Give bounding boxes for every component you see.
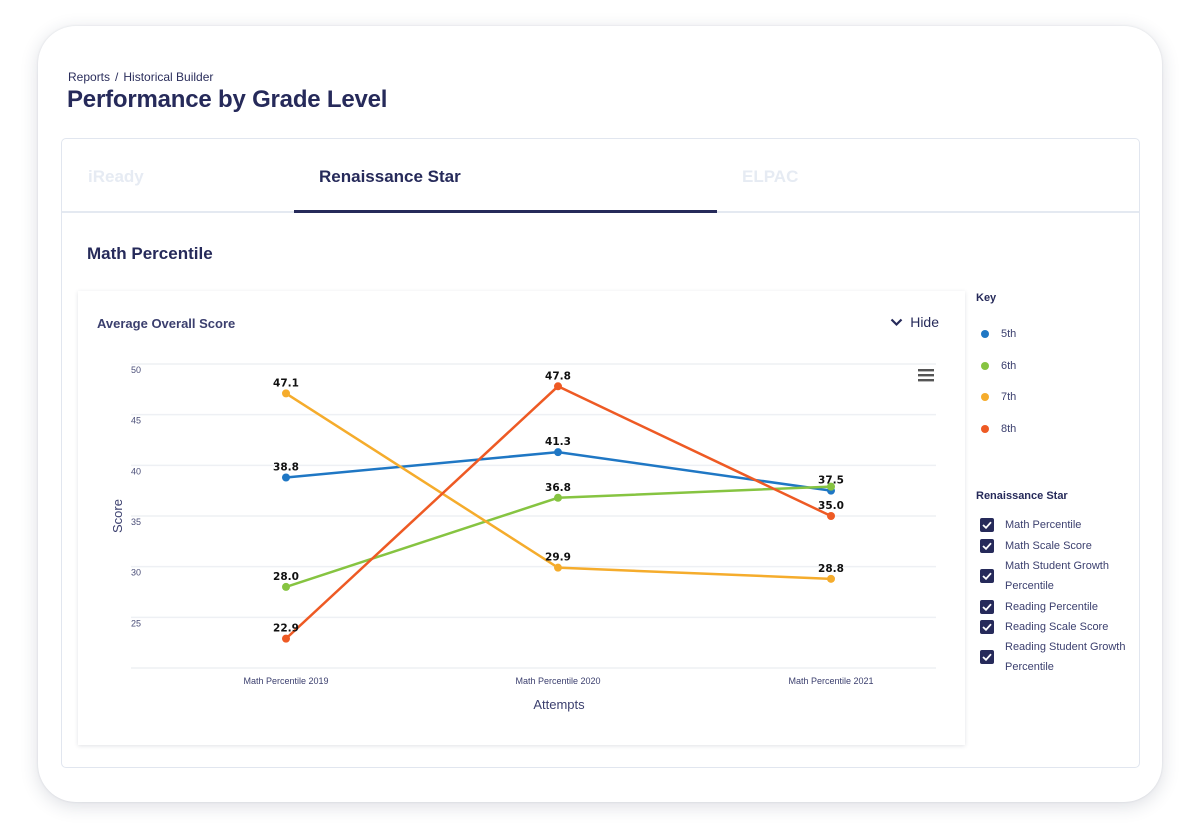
legend-dot-icon xyxy=(981,425,989,433)
y-tick-label: 40 xyxy=(131,466,141,476)
data-point-6th xyxy=(282,582,290,591)
filter-checkbox-item[interactable]: Math Percentile xyxy=(980,515,1135,535)
series-line-8th xyxy=(285,384,832,640)
x-axis-label: Attempts xyxy=(533,697,585,712)
key-label: 7th xyxy=(1001,391,1017,403)
key-item-8th: 8th xyxy=(981,423,1016,435)
data-label: 47.1 xyxy=(273,377,299,389)
filter-checkbox-item[interactable]: Reading Scale Score xyxy=(980,617,1135,637)
x-tick-label: Math Percentile 2020 xyxy=(515,676,600,686)
data-point-8th xyxy=(554,382,562,391)
key-item-7th: 7th xyxy=(981,391,1016,403)
data-point-8th xyxy=(282,634,290,643)
checkbox-checked-icon[interactable] xyxy=(980,539,994,553)
key-item-6th: 6th xyxy=(981,360,1016,372)
data-point-5th xyxy=(554,448,562,457)
x-tick-label: Math Percentile 2021 xyxy=(788,676,873,686)
data-label: 35.0 xyxy=(818,500,844,512)
data-point-6th xyxy=(554,493,562,502)
key-title: Key xyxy=(976,292,997,304)
filter-label: Reading Percentile xyxy=(1005,601,1098,613)
line-chart: 253035404550 Math Percentile 2019 Math Pe… xyxy=(110,363,936,712)
data-label: 28.8 xyxy=(818,563,844,575)
data-label: 28.0 xyxy=(273,571,299,583)
legend-dot-icon xyxy=(981,362,989,370)
y-tick-labels: 25 30 35 40 45 50 xyxy=(131,365,141,628)
data-label: 41.3 xyxy=(545,436,571,448)
legend-key: Key 5th 6th 7th 8th xyxy=(976,292,1136,435)
filter-label: Reading Student Growth Percentile xyxy=(1005,641,1126,673)
filter-label: Reading Scale Score xyxy=(1005,621,1109,633)
legend-dot-icon xyxy=(981,330,989,338)
checkbox-checked-icon[interactable] xyxy=(980,600,994,614)
x-tick-label: Math Percentile 2019 xyxy=(243,676,328,686)
data-label: 22.9 xyxy=(273,623,299,635)
y-tick-label: 45 xyxy=(131,416,141,426)
y-tick-label: 50 xyxy=(131,365,141,375)
data-labels: 38.8 41.3 37.5 28.0 36.8 47.1 29.9 28.8 22.9 47.8… xyxy=(273,370,844,634)
data-point-8th xyxy=(827,512,835,520)
filter-checkbox-item[interactable]: Math Student Growth Percentile xyxy=(980,556,1135,596)
legend-dot-icon xyxy=(981,393,989,401)
y-tick-label: 30 xyxy=(131,568,141,578)
key-label: 6th xyxy=(1001,360,1017,372)
data-label: 47.8 xyxy=(545,370,571,382)
checkbox-checked-icon[interactable] xyxy=(980,569,994,583)
checkbox-checked-icon[interactable] xyxy=(980,650,994,664)
key-label: 8th xyxy=(1001,423,1017,435)
data-label: 38.8 xyxy=(273,461,299,473)
checkbox-checked-icon[interactable] xyxy=(980,620,994,634)
chart-menu-icon[interactable] xyxy=(918,369,934,382)
filter-checkbox-item[interactable]: Reading Student Growth Percentile xyxy=(980,637,1135,677)
filter-label: Math Percentile xyxy=(1005,519,1082,531)
checkbox-checked-icon[interactable] xyxy=(980,518,994,532)
renaissance-star-filters: Renaissance Star Math Percentile Math Sca… xyxy=(976,490,1136,673)
y-tick-label: 25 xyxy=(131,618,141,628)
y-axis-label: Score xyxy=(110,499,125,533)
filters-title: Renaissance Star xyxy=(976,490,1068,502)
data-point-7th xyxy=(827,574,835,583)
filter-checkbox-item[interactable]: Reading Percentile xyxy=(980,597,1135,617)
data-label: 37.5 xyxy=(818,475,844,487)
filter-label: Math Student Growth Percentile xyxy=(1005,560,1109,592)
key-item-5th: 5th xyxy=(981,328,1016,340)
data-label: 29.9 xyxy=(545,552,571,564)
data-point-5th xyxy=(282,473,290,482)
y-tick-label: 35 xyxy=(131,517,141,527)
filter-label: Math Scale Score xyxy=(1005,540,1092,552)
data-label: 36.8 xyxy=(545,482,571,494)
series-points xyxy=(282,382,835,643)
filter-checkbox-item[interactable]: Math Scale Score xyxy=(980,536,1135,556)
data-point-7th xyxy=(282,389,290,398)
x-tick-labels: Math Percentile 2019 Math Percentile 2020… xyxy=(243,676,873,686)
series-lines xyxy=(285,384,832,640)
data-point-7th xyxy=(554,563,562,572)
key-label: 5th xyxy=(1001,328,1017,340)
